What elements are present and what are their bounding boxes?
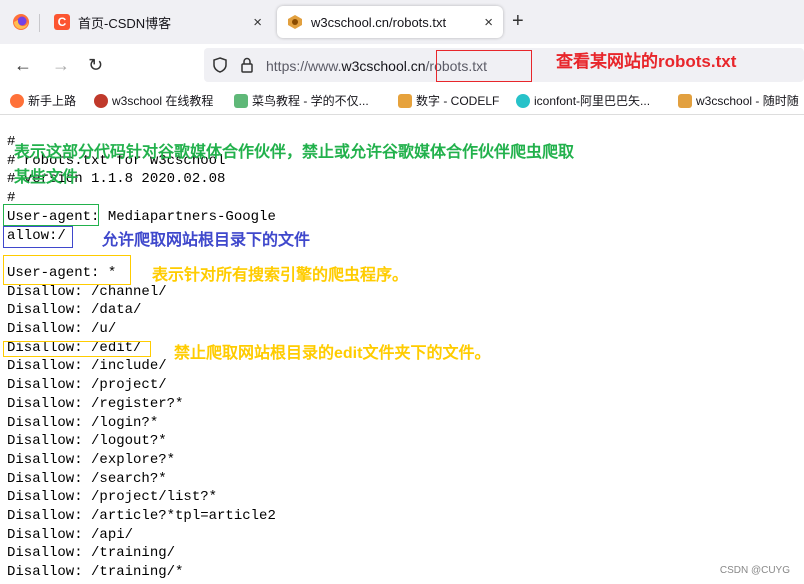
annotation-google-1: 表示这部分代码针对谷歌媒体合作伙伴，禁止或允许谷歌媒体合作伙伴爬虫爬取 [14, 144, 575, 161]
tab-bar: C 首页-CSDN博客 × w3cschool.cn/robots.txt × … [0, 0, 804, 44]
annotation-robots: 查看某网站的robots.txt [556, 52, 737, 71]
user-agent-all-box [3, 255, 131, 285]
bookmark-item[interactable]: 新手上路 [10, 92, 76, 109]
code-line: Disallow: /register?* [7, 395, 184, 412]
codelf-icon [398, 93, 412, 108]
annotation-google-2: 某些文件 [14, 169, 79, 186]
w3school-icon [94, 93, 108, 108]
code-line: Disallow: /training/* [7, 564, 184, 581]
runoob-icon [234, 93, 248, 108]
code-line: Disallow: /project/ [7, 377, 167, 394]
disallow-edit-box [3, 341, 151, 357]
iconfont-icon [516, 93, 530, 108]
tab-csdn[interactable]: C 首页-CSDN博客 × [44, 6, 272, 38]
code-line: Disallow: /u/ [7, 321, 117, 338]
w3cschool-icon [678, 93, 692, 108]
csdn-favicon-icon: C [54, 14, 70, 30]
w3cschool-favicon-icon [288, 15, 302, 29]
shield-icon[interactable] [212, 57, 228, 73]
user-agent-google-box [3, 204, 99, 226]
bookmarks-bar: 新手上路 w3school 在线教程 菜鸟教程 - 学的不仅... 数字 - C… [0, 86, 804, 115]
new-tab-button[interactable]: + [512, 10, 524, 33]
tab-label: w3cschool.cn/robots.txt [311, 14, 447, 30]
bookmark-item[interactable]: w3cschool - 随时随 [678, 92, 799, 109]
close-icon[interactable]: × [253, 14, 262, 31]
firefox-menu[interactable] [6, 6, 36, 38]
code-line: Disallow: /login?* [7, 414, 159, 431]
code-line: Disallow: /api/ [7, 526, 134, 543]
reload-button[interactable]: ↻ [88, 55, 103, 76]
forward-button[interactable]: → [52, 55, 70, 76]
watermark: CSDN @CUYG [719, 565, 790, 576]
bookmark-item[interactable]: 菜鸟教程 - 学的不仅... [234, 92, 369, 109]
code-line: Disallow: /explore?* [7, 451, 176, 468]
url-host: w3cschool.cn [341, 58, 426, 74]
url-path-highlight-box [436, 50, 532, 82]
annotation-edit: 禁止爬取网站根目录的edit文件夹下的文件。 [174, 345, 491, 362]
tab-separator [39, 14, 40, 32]
annotation-allow: 允许爬取网站根目录下的文件 [102, 232, 311, 249]
code-line: Disallow: /data/ [7, 302, 142, 319]
annotation-all-agents: 表示针对所有搜索引擎的爬虫程序。 [152, 267, 409, 284]
code-line: Disallow: /search?* [7, 470, 167, 487]
code-line: Disallow: /channel/ [7, 283, 167, 300]
close-icon[interactable]: × [484, 14, 493, 31]
allow-box [3, 226, 73, 248]
firefox-icon [10, 93, 24, 108]
back-button[interactable]: ← [14, 55, 32, 76]
code-line: Disallow: /training/ [7, 545, 176, 562]
tab-robots[interactable]: w3cschool.cn/robots.txt × [277, 6, 503, 38]
url-scheme: https://www. [266, 58, 342, 74]
code-line: Disallow: /project/list?* [7, 489, 218, 506]
firefox-icon [13, 14, 29, 30]
bookmark-item[interactable]: iconfont-阿里巴巴矢... [516, 92, 650, 109]
lock-icon[interactable] [240, 57, 254, 73]
bookmark-item[interactable]: 数字 - CODELF [398, 92, 499, 109]
code-line: Disallow: /article?*tpl=article2 [7, 508, 276, 525]
tab-label: 首页-CSDN博客 [78, 15, 172, 31]
bookmark-item[interactable]: w3school 在线教程 [94, 92, 213, 109]
code-line: Disallow: /logout?* [7, 433, 167, 450]
